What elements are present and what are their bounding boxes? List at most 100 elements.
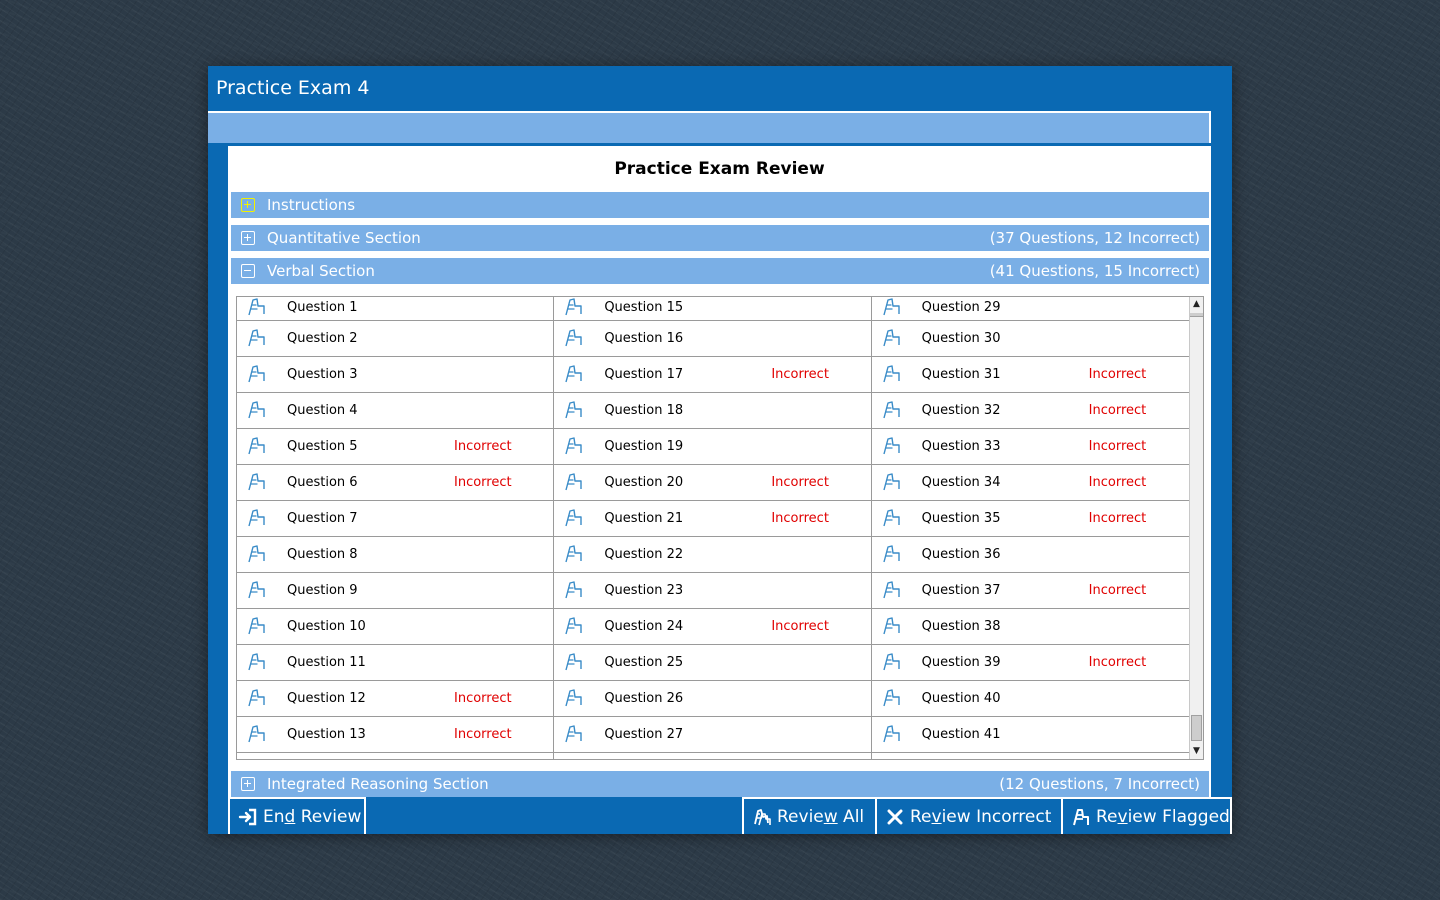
- flag-outline-icon[interactable]: [882, 508, 902, 528]
- flag-outline-icon[interactable]: [247, 364, 267, 384]
- review-flagged-button[interactable]: Review Flagged: [1061, 797, 1232, 834]
- flag-outline-icon[interactable]: [882, 472, 902, 492]
- expand-icon[interactable]: [241, 198, 255, 212]
- flag-outline-icon[interactable]: [882, 652, 902, 672]
- flag-outline-icon[interactable]: [882, 297, 902, 317]
- question-label[interactable]: Question 30: [922, 331, 1001, 347]
- question-row[interactable]: Question 13 Incorrect: [237, 717, 554, 753]
- flag-outline-icon[interactable]: [564, 724, 584, 744]
- question-row[interactable]: Question 3: [237, 357, 554, 393]
- question-label[interactable]: Question 9: [287, 583, 358, 599]
- scroll-down-icon[interactable]: ▼: [1190, 744, 1203, 758]
- flag-outline-icon[interactable]: [247, 544, 267, 564]
- question-row[interactable]: Question 37 Incorrect: [871, 573, 1189, 609]
- flag-outline-icon[interactable]: [882, 400, 902, 420]
- flag-outline-icon[interactable]: [882, 544, 902, 564]
- question-row[interactable]: Question 19: [554, 429, 871, 465]
- question-row[interactable]: Question 21 Incorrect: [554, 501, 871, 537]
- question-label[interactable]: Question 1: [287, 300, 358, 316]
- flag-outline-icon[interactable]: [564, 508, 584, 528]
- question-row[interactable]: Question 25: [554, 645, 871, 681]
- flag-outline-icon[interactable]: [564, 328, 584, 348]
- question-row[interactable]: Question 15: [554, 297, 871, 321]
- question-label[interactable]: Question 11: [287, 655, 366, 671]
- flag-outline-icon[interactable]: [882, 436, 902, 456]
- question-label[interactable]: Question 23: [604, 583, 683, 599]
- flag-outline-icon[interactable]: [247, 580, 267, 600]
- question-label[interactable]: Question 33: [922, 439, 1001, 455]
- question-row[interactable]: Question 29: [871, 297, 1189, 321]
- flag-outline-icon[interactable]: [247, 688, 267, 708]
- flag-outline-icon[interactable]: [882, 364, 902, 384]
- flag-outline-icon[interactable]: [564, 580, 584, 600]
- question-label[interactable]: Question 18: [604, 403, 683, 419]
- question-row[interactable]: Question 8: [237, 537, 554, 573]
- flag-outline-icon[interactable]: [882, 616, 902, 636]
- question-label[interactable]: Question 19: [604, 439, 683, 455]
- scroll-up-icon[interactable]: ▲: [1190, 297, 1203, 311]
- question-row[interactable]: Question 17 Incorrect: [554, 357, 871, 393]
- flag-outline-icon[interactable]: [247, 400, 267, 420]
- question-row[interactable]: Question 11: [237, 645, 554, 681]
- flag-outline-icon[interactable]: [882, 688, 902, 708]
- question-label[interactable]: Question 27: [604, 727, 683, 743]
- question-row[interactable]: Question 12 Incorrect: [237, 681, 554, 717]
- question-label[interactable]: Question 6: [287, 475, 358, 491]
- flag-outline-icon[interactable]: [564, 652, 584, 672]
- question-label[interactable]: Question 26: [604, 691, 683, 707]
- question-label[interactable]: Question 35: [922, 511, 1001, 527]
- question-row[interactable]: Question 18: [554, 393, 871, 429]
- end-review-button[interactable]: End Review: [228, 797, 366, 834]
- question-label[interactable]: Question 32: [922, 403, 1001, 419]
- flag-outline-icon[interactable]: [247, 297, 267, 317]
- vertical-scrollbar[interactable]: ▲ ▼: [1189, 297, 1203, 759]
- question-label[interactable]: Question 15: [604, 300, 683, 316]
- question-label[interactable]: Question 34: [922, 475, 1001, 491]
- question-label[interactable]: Question 7: [287, 511, 358, 527]
- question-row[interactable]: Question 31 Incorrect: [871, 357, 1189, 393]
- question-label[interactable]: Question 12: [287, 691, 366, 707]
- question-row[interactable]: Question 33 Incorrect: [871, 429, 1189, 465]
- question-label[interactable]: Question 3: [287, 367, 358, 383]
- review-all-button[interactable]: Review All: [742, 797, 877, 834]
- question-row[interactable]: Question 2: [237, 321, 554, 357]
- question-row[interactable]: Question 20 Incorrect: [554, 465, 871, 501]
- question-label[interactable]: Question 4: [287, 403, 358, 419]
- question-row[interactable]: Question 1: [237, 297, 554, 321]
- flag-outline-icon[interactable]: [882, 724, 902, 744]
- flag-outline-icon[interactable]: [564, 472, 584, 492]
- question-row[interactable]: Question 40: [871, 681, 1189, 717]
- question-row[interactable]: Question 7: [237, 501, 554, 537]
- question-label[interactable]: Question 22: [604, 547, 683, 563]
- question-label[interactable]: Question 2: [287, 331, 358, 347]
- question-row[interactable]: Question 26: [554, 681, 871, 717]
- flag-outline-icon[interactable]: [564, 436, 584, 456]
- question-label[interactable]: Question 31: [922, 367, 1001, 383]
- flag-outline-icon[interactable]: [882, 328, 902, 348]
- flag-outline-icon[interactable]: [564, 544, 584, 564]
- flag-outline-icon[interactable]: [247, 472, 267, 492]
- question-row[interactable]: Question 4: [237, 393, 554, 429]
- question-row[interactable]: Question 34 Incorrect: [871, 465, 1189, 501]
- question-label[interactable]: Question 8: [287, 547, 358, 563]
- expand-icon[interactable]: [241, 777, 255, 791]
- question-label[interactable]: Question 25: [604, 655, 683, 671]
- question-row[interactable]: Question 30: [871, 321, 1189, 357]
- question-row[interactable]: Question 23: [554, 573, 871, 609]
- question-label[interactable]: Question 5: [287, 439, 358, 455]
- question-label[interactable]: Question 16: [604, 331, 683, 347]
- section-instructions[interactable]: Instructions: [231, 192, 1209, 218]
- question-label[interactable]: Question 37: [922, 583, 1001, 599]
- question-row[interactable]: Question 36: [871, 537, 1189, 573]
- flag-outline-icon[interactable]: [564, 364, 584, 384]
- section-integrated-reasoning[interactable]: Integrated Reasoning Section (12 Questio…: [231, 771, 1209, 797]
- flag-outline-icon[interactable]: [564, 688, 584, 708]
- question-label[interactable]: Question 21: [604, 511, 683, 527]
- question-label[interactable]: Question 40: [922, 691, 1001, 707]
- question-row[interactable]: Question 5 Incorrect: [237, 429, 554, 465]
- question-label[interactable]: Question 41: [922, 727, 1001, 743]
- question-label[interactable]: Question 24: [604, 619, 683, 635]
- flag-outline-icon[interactable]: [564, 616, 584, 636]
- question-row[interactable]: Question 24 Incorrect: [554, 609, 871, 645]
- review-incorrect-button[interactable]: Review Incorrect: [875, 797, 1063, 834]
